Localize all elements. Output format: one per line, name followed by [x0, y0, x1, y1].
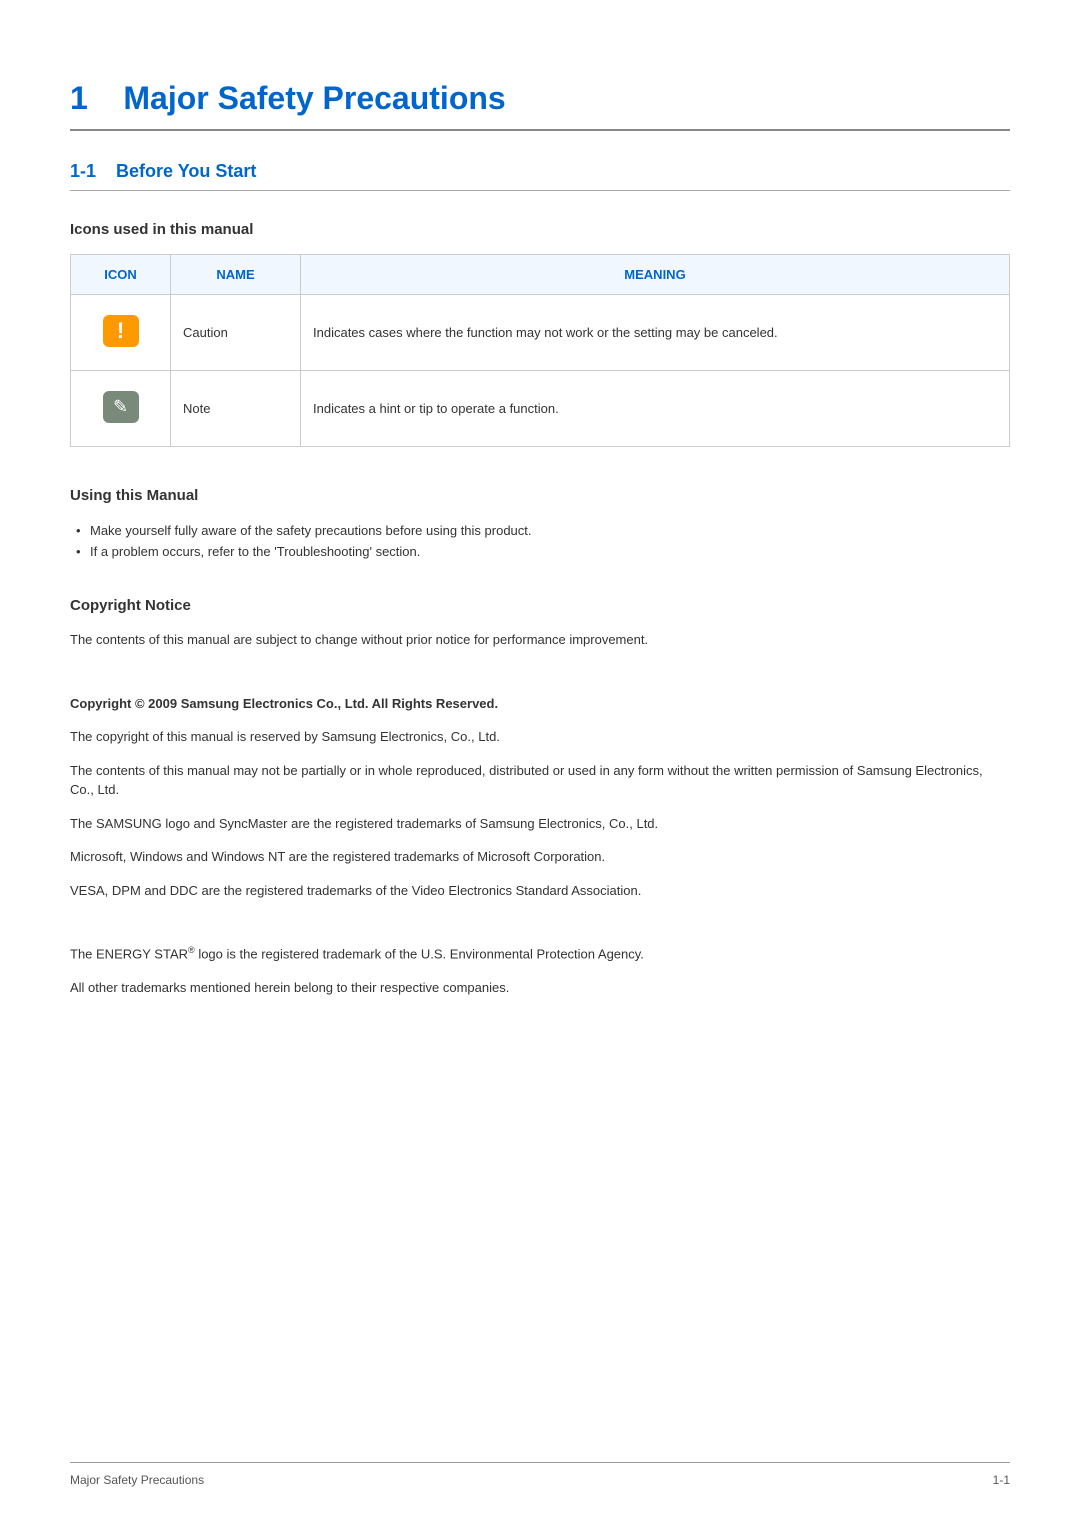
section-title-text: Before You Start: [116, 161, 256, 181]
copyright-p5: VESA, DPM and DDC are the registered tra…: [70, 881, 1010, 901]
td-meaning: Indicates a hint or tip to operate a fun…: [301, 371, 1010, 447]
using-manual-heading: Using this Manual: [70, 487, 1010, 504]
th-name: NAME: [171, 255, 301, 295]
icons-table: ICON NAME MEANING Caution Indicates case…: [70, 254, 1010, 447]
note-icon: [103, 391, 139, 423]
registered-mark: ®: [188, 945, 195, 955]
copyright-heading: Copyright Notice: [70, 597, 1010, 614]
td-name: Note: [171, 371, 301, 447]
page-footer: Major Safety Precautions 1-1: [70, 1462, 1010, 1487]
copyright-p7: All other trademarks mentioned herein be…: [70, 978, 1010, 998]
footer-right: 1-1: [993, 1473, 1010, 1487]
table-row: Note Indicates a hint or tip to operate …: [71, 371, 1010, 447]
list-item: If a problem occurs, refer to the 'Troub…: [70, 541, 1010, 562]
using-manual-list: Make yourself fully aware of the safety …: [70, 520, 1010, 562]
th-icon: ICON: [71, 255, 171, 295]
chapter-title-text: Major Safety Precautions: [123, 80, 505, 116]
copyright-intro: The contents of this manual are subject …: [70, 630, 1010, 650]
copyright-p3: The SAMSUNG logo and SyncMaster are the …: [70, 814, 1010, 834]
chapter-number: 1: [70, 80, 88, 116]
td-meaning: Indicates cases where the function may n…: [301, 295, 1010, 371]
icon-cell-caution: [71, 295, 171, 371]
chapter-title: 1 Major Safety Precautions: [70, 80, 1010, 131]
copyright-p2: The contents of this manual may not be p…: [70, 761, 1010, 800]
footer-left: Major Safety Precautions: [70, 1473, 204, 1487]
td-name: Caution: [171, 295, 301, 371]
copyright-p1: The copyright of this manual is reserved…: [70, 727, 1010, 747]
copyright-p6a: The ENERGY STAR: [70, 946, 188, 961]
copyright-bold-line: Copyright © 2009 Samsung Electronics Co.…: [70, 694, 1010, 714]
copyright-bold-text: Copyright © 2009 Samsung Electronics Co.…: [70, 696, 498, 711]
icons-heading: Icons used in this manual: [70, 221, 1010, 238]
copyright-p6: The ENERGY STAR® logo is the registered …: [70, 944, 1010, 964]
table-row: Caution Indicates cases where the functi…: [71, 295, 1010, 371]
caution-icon: [103, 315, 139, 347]
th-meaning: MEANING: [301, 255, 1010, 295]
section-number: 1-1: [70, 161, 96, 181]
icon-cell-note: [71, 371, 171, 447]
copyright-p4: Microsoft, Windows and Windows NT are th…: [70, 847, 1010, 867]
section-title: 1-1 Before You Start: [70, 161, 1010, 191]
list-item: Make yourself fully aware of the safety …: [70, 520, 1010, 541]
copyright-p6b: logo is the registered trademark of the …: [195, 946, 644, 961]
